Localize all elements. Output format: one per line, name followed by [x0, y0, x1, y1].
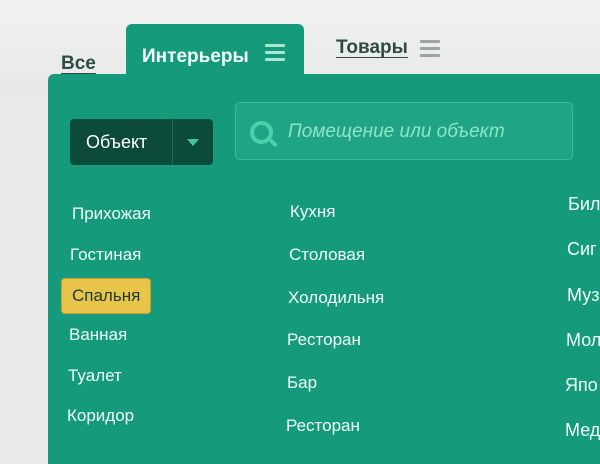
room-item[interactable]: Япо — [565, 375, 598, 396]
chevron-down-icon — [187, 138, 199, 146]
room-item[interactable]: Прихожая — [72, 204, 151, 224]
room-item[interactable]: Бар — [287, 373, 317, 393]
room-item[interactable]: Коридор — [67, 406, 134, 426]
room-item[interactable]: Мед — [565, 420, 600, 441]
room-item[interactable]: Ресторан — [287, 330, 361, 350]
tab-goods[interactable]: Товары — [336, 37, 440, 59]
room-item[interactable]: Ванная — [69, 325, 127, 345]
tab-interiors-label: Интерьеры — [142, 46, 249, 67]
room-item[interactable]: Кухня — [290, 202, 336, 222]
room-item-selected[interactable]: Спальня — [61, 278, 152, 314]
search-icon — [250, 121, 273, 144]
search-box[interactable] — [235, 102, 573, 160]
hamburger-menu-icon[interactable] — [265, 44, 285, 61]
room-item[interactable]: Туалет — [68, 366, 122, 386]
object-select[interactable]: Объект — [70, 119, 213, 165]
object-select-value: Объект — [86, 131, 148, 152]
dropdown-arrow-button[interactable] — [172, 119, 213, 165]
hamburger-menu-icon[interactable] — [419, 39, 440, 57]
room-item[interactable]: Холодильня — [288, 288, 384, 308]
room-item[interactable]: Ресторан — [286, 416, 360, 436]
room-item[interactable]: Муз — [567, 285, 599, 306]
room-item[interactable]: Столовая — [289, 245, 365, 265]
search-input[interactable] — [286, 115, 570, 149]
tab-all[interactable]: Все — [61, 53, 96, 75]
room-item[interactable]: Бил — [568, 194, 600, 215]
room-item[interactable]: Сиг — [567, 239, 597, 260]
room-item[interactable]: Мол — [566, 330, 600, 351]
tab-goods-label: Товары — [336, 37, 408, 58]
room-item[interactable]: Гостиная — [70, 245, 141, 265]
